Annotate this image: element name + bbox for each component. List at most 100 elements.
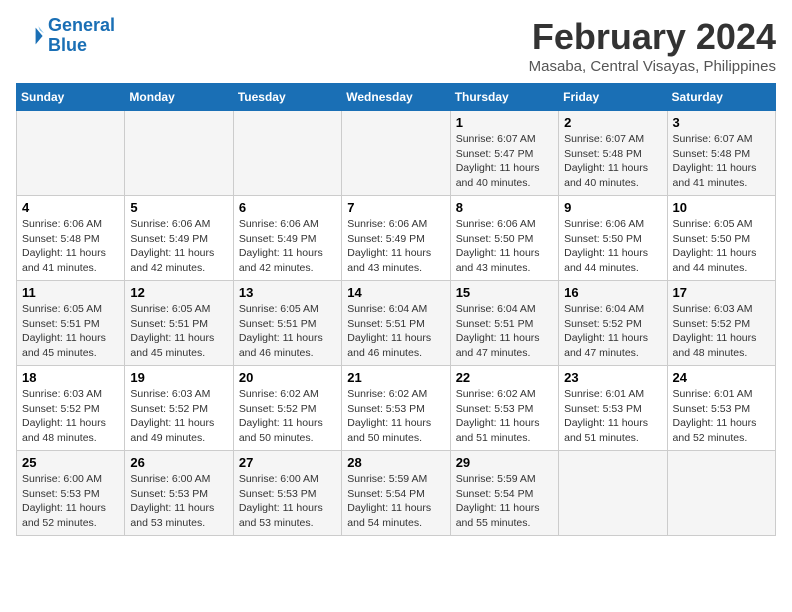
day-number: 23 <box>564 370 661 385</box>
calendar-header: SundayMondayTuesdayWednesdayThursdayFrid… <box>17 84 776 111</box>
logo-text: General Blue <box>48 16 115 56</box>
calendar-cell: 15 Sunrise: 6:04 AM Sunset: 5:51 PM Dayli… <box>450 281 558 366</box>
day-number: 2 <box>564 115 661 130</box>
calendar-cell: 13 Sunrise: 6:05 AM Sunset: 5:51 PM Dayli… <box>233 281 341 366</box>
calendar-week-row: 4 Sunrise: 6:06 AM Sunset: 5:48 PM Daylig… <box>17 196 776 281</box>
day-info: Sunrise: 6:04 AM Sunset: 5:51 PM Dayligh… <box>347 302 444 361</box>
day-info: Sunrise: 6:06 AM Sunset: 5:49 PM Dayligh… <box>130 217 227 276</box>
day-info: Sunrise: 6:00 AM Sunset: 5:53 PM Dayligh… <box>22 472 119 531</box>
calendar-body: 1 Sunrise: 6:07 AM Sunset: 5:47 PM Daylig… <box>17 111 776 536</box>
day-number: 19 <box>130 370 227 385</box>
calendar-cell: 1 Sunrise: 6:07 AM Sunset: 5:47 PM Daylig… <box>450 111 558 196</box>
day-of-week-header: Wednesday <box>342 84 450 111</box>
day-number: 5 <box>130 200 227 215</box>
calendar-cell: 21 Sunrise: 6:02 AM Sunset: 5:53 PM Dayli… <box>342 366 450 451</box>
calendar-table: SundayMondayTuesdayWednesdayThursdayFrid… <box>16 83 776 536</box>
day-number: 4 <box>22 200 119 215</box>
day-info: Sunrise: 6:05 AM Sunset: 5:51 PM Dayligh… <box>239 302 336 361</box>
calendar-week-row: 25 Sunrise: 6:00 AM Sunset: 5:53 PM Dayli… <box>17 451 776 536</box>
day-number: 6 <box>239 200 336 215</box>
day-number: 24 <box>673 370 770 385</box>
day-number: 22 <box>456 370 553 385</box>
day-number: 3 <box>673 115 770 130</box>
day-number: 10 <box>673 200 770 215</box>
day-number: 17 <box>673 285 770 300</box>
calendar-cell: 14 Sunrise: 6:04 AM Sunset: 5:51 PM Dayli… <box>342 281 450 366</box>
calendar-cell: 18Sunrise: 6:03 AM Sunset: 5:52 PM Dayli… <box>17 366 125 451</box>
calendar-cell: 19 Sunrise: 6:03 AM Sunset: 5:52 PM Dayli… <box>125 366 233 451</box>
calendar-cell: 2Sunrise: 6:07 AM Sunset: 5:48 PM Daylig… <box>559 111 667 196</box>
day-info: Sunrise: 6:01 AM Sunset: 5:53 PM Dayligh… <box>673 387 770 446</box>
calendar-cell: 22 Sunrise: 6:02 AM Sunset: 5:53 PM Dayli… <box>450 366 558 451</box>
calendar-cell: 6Sunrise: 6:06 AM Sunset: 5:49 PM Daylig… <box>233 196 341 281</box>
day-info: Sunrise: 6:06 AM Sunset: 5:48 PM Dayligh… <box>22 217 119 276</box>
day-number: 13 <box>239 285 336 300</box>
calendar-cell: 12 Sunrise: 6:05 AM Sunset: 5:51 PM Dayli… <box>125 281 233 366</box>
day-number: 12 <box>130 285 227 300</box>
calendar-cell: 26Sunrise: 6:00 AM Sunset: 5:53 PM Dayli… <box>125 451 233 536</box>
day-of-week-header: Thursday <box>450 84 558 111</box>
day-info: Sunrise: 6:06 AM Sunset: 5:49 PM Dayligh… <box>347 217 444 276</box>
logo-line2: Blue <box>48 35 87 55</box>
day-info: Sunrise: 5:59 AM Sunset: 5:54 PM Dayligh… <box>347 472 444 531</box>
calendar-cell <box>17 111 125 196</box>
calendar-cell: 27 Sunrise: 6:00 AM Sunset: 5:53 PM Dayli… <box>233 451 341 536</box>
day-number: 14 <box>347 285 444 300</box>
day-info: Sunrise: 6:02 AM Sunset: 5:53 PM Dayligh… <box>456 387 553 446</box>
calendar-cell: 11 Sunrise: 6:05 AM Sunset: 5:51 PM Dayli… <box>17 281 125 366</box>
day-number: 29 <box>456 455 553 470</box>
day-number: 27 <box>239 455 336 470</box>
day-number: 25 <box>22 455 119 470</box>
day-number: 9 <box>564 200 661 215</box>
calendar-week-row: 1 Sunrise: 6:07 AM Sunset: 5:47 PM Daylig… <box>17 111 776 196</box>
day-info: Sunrise: 5:59 AM Sunset: 5:54 PM Dayligh… <box>456 472 553 531</box>
calendar-cell: 8 Sunrise: 6:06 AM Sunset: 5:50 PM Daylig… <box>450 196 558 281</box>
day-info: Sunrise: 6:07 AM Sunset: 5:47 PM Dayligh… <box>456 132 553 191</box>
day-info: Sunrise: 6:05 AM Sunset: 5:50 PM Dayligh… <box>673 217 770 276</box>
day-number: 15 <box>456 285 553 300</box>
calendar-cell <box>233 111 341 196</box>
calendar-cell <box>342 111 450 196</box>
calendar-cell <box>125 111 233 196</box>
day-of-week-header: Saturday <box>667 84 775 111</box>
calendar-cell <box>559 451 667 536</box>
page-title: February 2024 <box>529 16 776 58</box>
calendar-cell: 20Sunrise: 6:02 AM Sunset: 5:52 PM Dayli… <box>233 366 341 451</box>
day-info: Sunrise: 6:07 AM Sunset: 5:48 PM Dayligh… <box>673 132 770 191</box>
day-number: 28 <box>347 455 444 470</box>
page-header: General Blue February 2024 Masaba, Centr… <box>16 16 776 75</box>
calendar-cell <box>667 451 775 536</box>
day-number: 8 <box>456 200 553 215</box>
day-info: Sunrise: 6:06 AM Sunset: 5:50 PM Dayligh… <box>564 217 661 276</box>
calendar-week-row: 18Sunrise: 6:03 AM Sunset: 5:52 PM Dayli… <box>17 366 776 451</box>
day-info: Sunrise: 6:05 AM Sunset: 5:51 PM Dayligh… <box>130 302 227 361</box>
day-info: Sunrise: 6:02 AM Sunset: 5:52 PM Dayligh… <box>239 387 336 446</box>
calendar-cell: 10 Sunrise: 6:05 AM Sunset: 5:50 PM Dayli… <box>667 196 775 281</box>
day-info: Sunrise: 6:00 AM Sunset: 5:53 PM Dayligh… <box>239 472 336 531</box>
day-of-week-header: Sunday <box>17 84 125 111</box>
day-number: 1 <box>456 115 553 130</box>
day-info: Sunrise: 6:05 AM Sunset: 5:51 PM Dayligh… <box>22 302 119 361</box>
day-info: Sunrise: 6:03 AM Sunset: 5:52 PM Dayligh… <box>22 387 119 446</box>
calendar-cell: 29 Sunrise: 5:59 AM Sunset: 5:54 PM Dayli… <box>450 451 558 536</box>
calendar-cell: 17Sunrise: 6:03 AM Sunset: 5:52 PM Dayli… <box>667 281 775 366</box>
calendar-cell: 7Sunrise: 6:06 AM Sunset: 5:49 PM Daylig… <box>342 196 450 281</box>
calendar-cell: 3 Sunrise: 6:07 AM Sunset: 5:48 PM Daylig… <box>667 111 775 196</box>
day-info: Sunrise: 6:03 AM Sunset: 5:52 PM Dayligh… <box>130 387 227 446</box>
logo: General Blue <box>16 16 115 56</box>
day-number: 26 <box>130 455 227 470</box>
logo-icon <box>16 22 44 50</box>
calendar-cell: 28 Sunrise: 5:59 AM Sunset: 5:54 PM Dayli… <box>342 451 450 536</box>
logo-line1: General <box>48 15 115 35</box>
day-info: Sunrise: 6:02 AM Sunset: 5:53 PM Dayligh… <box>347 387 444 446</box>
day-of-week-header: Tuesday <box>233 84 341 111</box>
calendar-cell: 16Sunrise: 6:04 AM Sunset: 5:52 PM Dayli… <box>559 281 667 366</box>
calendar-cell: 24 Sunrise: 6:01 AM Sunset: 5:53 PM Dayli… <box>667 366 775 451</box>
day-info: Sunrise: 6:04 AM Sunset: 5:51 PM Dayligh… <box>456 302 553 361</box>
calendar-cell: 4 Sunrise: 6:06 AM Sunset: 5:48 PM Daylig… <box>17 196 125 281</box>
calendar-cell: 9 Sunrise: 6:06 AM Sunset: 5:50 PM Daylig… <box>559 196 667 281</box>
day-info: Sunrise: 6:06 AM Sunset: 5:50 PM Dayligh… <box>456 217 553 276</box>
day-number: 21 <box>347 370 444 385</box>
day-of-week-header: Friday <box>559 84 667 111</box>
day-number: 11 <box>22 285 119 300</box>
